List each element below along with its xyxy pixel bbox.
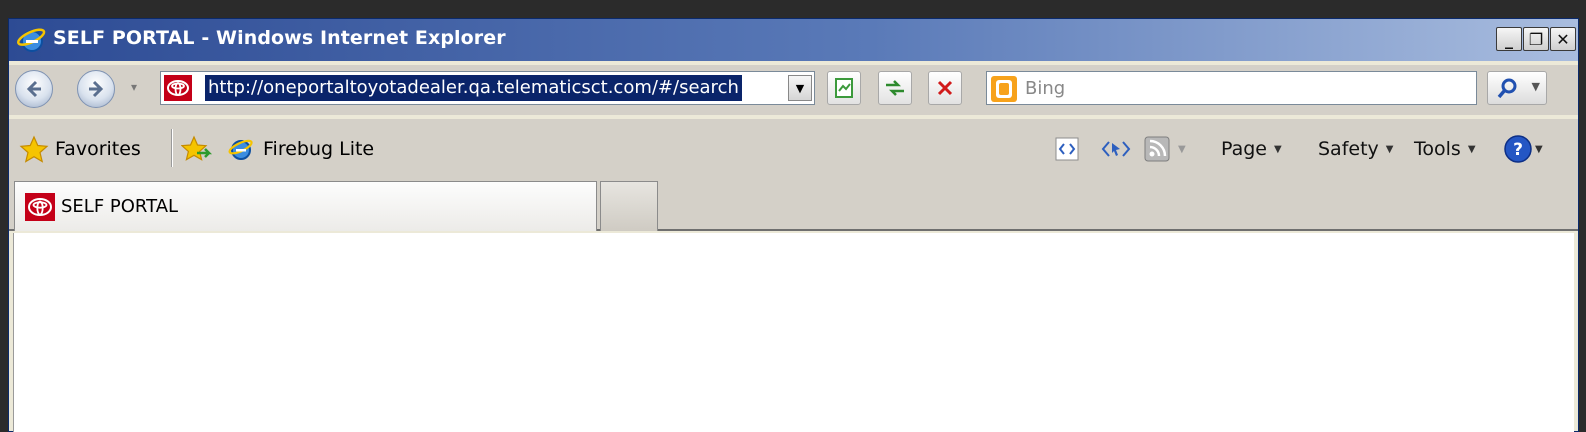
stop-icon (937, 80, 953, 96)
toyota-favicon-icon (25, 193, 55, 221)
favorites-separator (171, 129, 173, 167)
favorites-star-icon (19, 135, 49, 163)
forward-button[interactable] (77, 70, 115, 108)
new-tab-button[interactable] (600, 181, 658, 231)
maximize-button[interactable]: ❐ (1523, 27, 1549, 51)
favorites-bar: Favorites Firebug Lite ▼ Page ▼ Safety ▼… (9, 119, 1578, 179)
forward-arrow-icon (89, 80, 104, 98)
tools-menu-label: Tools (1414, 138, 1461, 160)
tools-menu-button[interactable]: Tools ▼ (1414, 135, 1476, 163)
ie-logo-icon (17, 28, 46, 52)
safety-menu-button[interactable]: Safety ▼ (1318, 135, 1393, 163)
stop-button[interactable] (928, 71, 962, 105)
bing-logo-icon (991, 76, 1017, 102)
view-source-button[interactable] (1054, 135, 1080, 163)
compatibility-view-icon (835, 78, 853, 98)
help-menu-button[interactable]: ? ▼ (1503, 135, 1543, 163)
compatibility-view-button[interactable] (827, 71, 861, 105)
tab-strip: SELF PORTAL (9, 179, 1578, 231)
refresh-button[interactable] (878, 71, 912, 105)
page-content-area[interactable] (13, 233, 1574, 432)
svg-text:?: ? (1513, 140, 1523, 160)
back-button[interactable] (15, 70, 53, 108)
favorites-button[interactable]: Favorites (19, 135, 141, 163)
back-arrow-icon (26, 80, 41, 98)
address-bar[interactable]: http://oneportaltoyotadealer.qa.telemati… (160, 71, 815, 105)
safety-menu-label: Safety (1318, 138, 1379, 160)
tab-label: SELF PORTAL (61, 196, 179, 217)
rss-feed-icon (1144, 136, 1170, 162)
refresh-icon (886, 80, 904, 96)
address-url[interactable]: http://oneportaltoyotadealer.qa.telemati… (205, 75, 742, 101)
tools-menu-caret-icon: ▼ (1467, 143, 1476, 155)
code-brackets-icon (1055, 137, 1079, 161)
help-icon: ? (1504, 135, 1532, 163)
toyota-favicon-icon (164, 75, 192, 101)
feeds-dropdown-icon[interactable]: ▼ (1178, 144, 1186, 155)
search-box[interactable]: Bing (986, 71, 1477, 105)
page-menu-label: Page (1221, 138, 1267, 160)
safety-menu-caret-icon: ▼ (1385, 143, 1394, 155)
add-to-favorites-bar-button[interactable] (181, 135, 213, 163)
address-dropdown-button[interactable]: ▼ (788, 75, 812, 101)
title-bar: SELF PORTAL - Windows Internet Explorer … (9, 19, 1578, 61)
ie-page-icon (228, 139, 253, 160)
help-menu-caret-icon: ▼ (1535, 143, 1543, 155)
web-slices-button[interactable] (1099, 135, 1133, 163)
window-title: SELF PORTAL - Windows Internet Explorer (53, 27, 506, 49)
minimize-button[interactable]: _ (1496, 27, 1522, 51)
address-toolbar: ▾ http://oneportaltoyotadealer.qa.telema… (9, 65, 1578, 115)
magnifier-icon (1497, 78, 1517, 99)
feeds-button[interactable]: ▼ (1143, 135, 1186, 163)
search-options-dropdown-icon[interactable]: ▼ (1532, 80, 1540, 93)
tab-self-portal[interactable]: SELF PORTAL (14, 181, 597, 231)
web-slices-icon (1101, 141, 1131, 157)
search-go-button[interactable]: ▼ (1487, 71, 1547, 105)
page-menu-caret-icon: ▼ (1274, 143, 1282, 155)
search-placeholder: Bing (1025, 78, 1066, 99)
favorite-link-firebug-lite[interactable]: Firebug Lite (227, 135, 374, 163)
recent-pages-dropdown-icon[interactable]: ▾ (131, 80, 137, 94)
add-favorite-star-icon (181, 135, 213, 161)
browser-window: SELF PORTAL - Windows Internet Explorer … (8, 18, 1579, 432)
favorite-link-label: Firebug Lite (263, 138, 375, 160)
favorites-label: Favorites (55, 138, 141, 160)
close-button[interactable]: ✕ (1550, 27, 1576, 51)
page-menu-button[interactable]: Page ▼ (1221, 135, 1282, 163)
